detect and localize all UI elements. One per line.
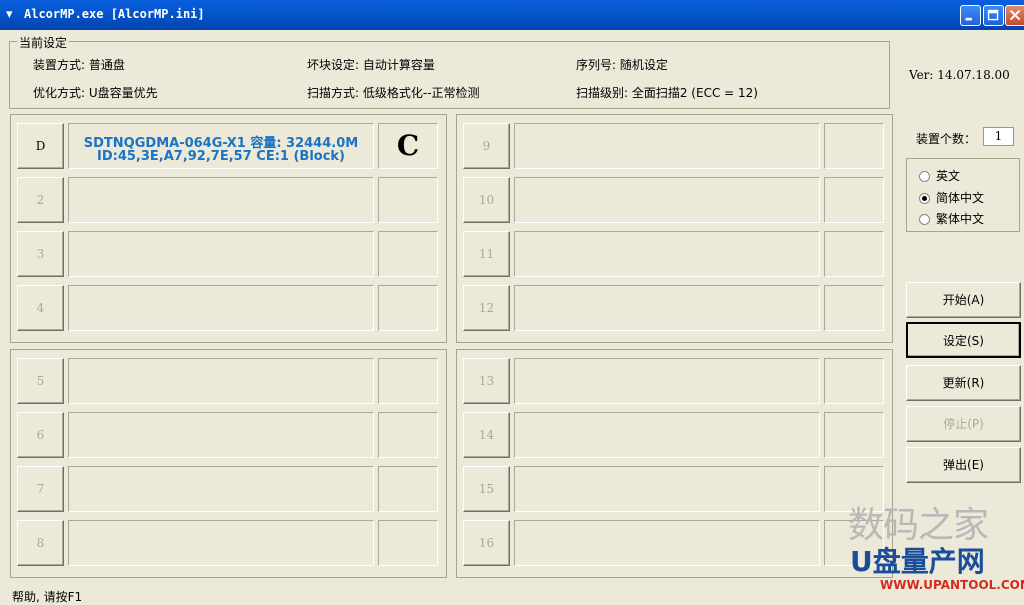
slot-status [378, 177, 438, 223]
slot-button[interactable]: D [17, 123, 64, 169]
slot-status [378, 520, 438, 566]
slot-button[interactable]: 8 [17, 520, 64, 566]
radio-icon [919, 171, 930, 182]
radio-label: 英文 [936, 169, 961, 183]
bad-block-setting: 坏块设定: 自动计算容量 [307, 58, 435, 72]
slot-button[interactable]: 10 [463, 177, 510, 223]
slot-status [378, 466, 438, 512]
language-group: 英文 简体中文 繁体中文 [906, 158, 1020, 232]
slot-button[interactable]: 9 [463, 123, 510, 169]
slot-button[interactable]: 12 [463, 285, 510, 331]
serial-setting: 序列号: 随机设定 [576, 58, 668, 72]
slot-status [378, 358, 438, 404]
slot-button[interactable]: 11 [463, 231, 510, 277]
scan-mode: 扫描方式: 低级格式化--正常检测 [307, 86, 480, 100]
slot-button[interactable]: 3 [17, 231, 64, 277]
optimize-mode: 优化方式: U盘容量优先 [33, 86, 158, 100]
language-option-traditional-chinese[interactable]: 繁体中文 [919, 210, 984, 227]
slot-info [514, 520, 820, 566]
close-icon [1009, 9, 1021, 21]
slot-button[interactable]: 2 [17, 177, 64, 223]
settings-legend: 当前设定 [17, 34, 70, 51]
slot-info [514, 412, 820, 458]
tool-icon: ▾ [6, 7, 13, 22]
slot-info [68, 285, 374, 331]
version-label: Ver: 14.07.18.00 [909, 68, 1010, 82]
slot-button[interactable]: 5 [17, 358, 64, 404]
watermark-line2: U盘量产网 [850, 545, 985, 578]
slot-info [68, 177, 374, 223]
settings-button[interactable]: 设定(S) [906, 322, 1021, 358]
close-button[interactable] [1005, 5, 1024, 26]
maximize-icon [987, 9, 999, 21]
eject-button[interactable]: 弹出(E) [906, 447, 1021, 483]
slot-panel-1-4: D SDTNQGDMA-064G-X1 容量: 32444.0M ID:45,3E,… [10, 114, 447, 343]
radio-icon [919, 214, 930, 225]
slot-panel-13-16: 13 14 15 16 [456, 349, 893, 578]
start-button[interactable]: 开始(A) [906, 282, 1021, 318]
slot-status [824, 358, 884, 404]
slot-info [514, 466, 820, 512]
slot-info: SDTNQGDMA-064G-X1 容量: 32444.0M ID:45,3E,A… [68, 123, 374, 169]
slot-info [514, 285, 820, 331]
slot-button[interactable]: 15 [463, 466, 510, 512]
slot-button[interactable]: 14 [463, 412, 510, 458]
language-option-simplified-chinese[interactable]: 简体中文 [919, 189, 984, 206]
slot-status [824, 231, 884, 277]
status-bar-text: 帮助, 请按F1 [12, 590, 83, 604]
radio-label: 繁体中文 [936, 212, 985, 226]
slot-status [824, 177, 884, 223]
slot-status [378, 231, 438, 277]
slot-info [514, 231, 820, 277]
device-count-label: 装置个数： [916, 132, 977, 146]
current-settings-group: 当前设定 装置方式: 普通盘 优化方式: U盘容量优先 坏块设定: 自动计算容量… [9, 34, 890, 109]
scan-level: 扫描级别: 全面扫描2 (ECC = 12) [576, 86, 758, 100]
slot-status [824, 123, 884, 169]
slot-info [514, 358, 820, 404]
stop-button[interactable]: 停止(P) [906, 406, 1021, 442]
slot-button[interactable]: 16 [463, 520, 510, 566]
slot-info [68, 412, 374, 458]
slot-button[interactable]: 13 [463, 358, 510, 404]
watermark-line3: WWW.UPANTOOL.COM [880, 578, 1024, 592]
slot-button[interactable]: 6 [17, 412, 64, 458]
slot-status [824, 412, 884, 458]
radio-label: 简体中文 [936, 191, 985, 205]
slot-info [68, 358, 374, 404]
slot-status [824, 285, 884, 331]
slot-panel-9-12: 9 10 11 12 [456, 114, 893, 343]
slot-info [68, 520, 374, 566]
minimize-button[interactable] [960, 5, 981, 26]
minimize-icon [965, 17, 972, 21]
slot-status [378, 412, 438, 458]
slot-info [68, 231, 374, 277]
slot-status [378, 285, 438, 331]
maximize-button[interactable] [983, 5, 1004, 26]
slot-id-line: ID:45,3E,A7,92,7E,57 CE:1 (Block) [97, 149, 345, 164]
mount-mode: 装置方式: 普通盘 [33, 58, 125, 72]
refresh-button[interactable]: 更新(R) [906, 365, 1021, 401]
slot-info [68, 466, 374, 512]
slot-info [514, 177, 820, 223]
device-count-field: 1 [983, 127, 1014, 146]
slot-panel-5-8: 5 6 7 8 [10, 349, 447, 578]
slot-button[interactable]: 4 [17, 285, 64, 331]
slot-info [514, 123, 820, 169]
radio-checked-icon [919, 193, 930, 204]
title-bar[interactable]: ▾ AlcorMP.exe [AlcorMP.ini] [0, 0, 1024, 30]
window-title: AlcorMP.exe [AlcorMP.ini] [24, 7, 205, 21]
slot-status: C [378, 123, 438, 169]
slot-button[interactable]: 7 [17, 466, 64, 512]
language-option-english[interactable]: 英文 [919, 167, 960, 184]
